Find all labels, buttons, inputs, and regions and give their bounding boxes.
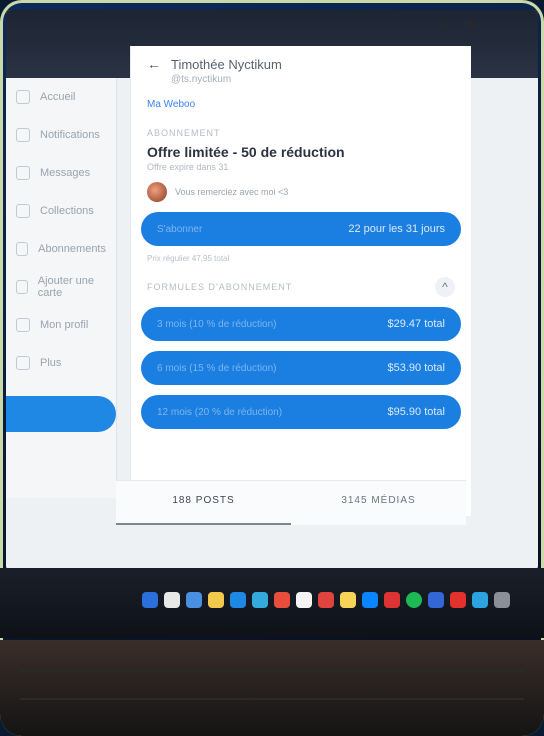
nav-label: Abonnements xyxy=(38,243,106,255)
launchpad-icon[interactable] xyxy=(164,592,180,608)
nav-label: Messages xyxy=(40,167,91,179)
screen: ☆ ✎ ⋮ Accueil Notifications Messages Col… xyxy=(6,10,538,570)
bell-icon xyxy=(16,128,30,142)
users-icon xyxy=(16,242,29,256)
home-icon xyxy=(16,90,30,104)
nav-item-subscriptions[interactable]: Abonnements xyxy=(6,230,116,268)
safari-icon[interactable] xyxy=(186,592,202,608)
tab-posts[interactable]: 188 POSTS xyxy=(116,481,291,525)
bundle-label: 3 mois (10 % de réduction) xyxy=(157,318,277,330)
more-icon[interactable]: ⋮ xyxy=(492,16,510,37)
chevron-up-icon[interactable]: ^ xyxy=(435,277,455,297)
key-row xyxy=(20,670,524,672)
nav-item-profile[interactable]: Mon profil xyxy=(6,306,116,344)
figma-icon[interactable] xyxy=(428,592,444,608)
bookmark-icon xyxy=(16,204,30,218)
bundle-price: $95.90 total xyxy=(387,406,446,418)
nav-label: Notifications xyxy=(40,129,100,141)
nav-item-home[interactable]: Accueil xyxy=(6,78,116,116)
mail-icon[interactable] xyxy=(230,592,246,608)
notes-icon[interactable] xyxy=(340,592,356,608)
profile-tabs: 188 POSTS 3145 MÉDIAS xyxy=(116,480,466,525)
regular-price-note: Prix régulier 47,95 total xyxy=(147,254,230,263)
edit-icon[interactable]: ✎ xyxy=(465,16,480,37)
nav-label: Plus xyxy=(40,357,62,369)
avatar[interactable] xyxy=(147,182,167,202)
nav-new-post-button[interactable] xyxy=(6,396,116,432)
vscode-icon[interactable] xyxy=(362,592,378,608)
key-row xyxy=(20,698,524,700)
more-icon xyxy=(16,356,30,370)
profile-link[interactable]: Ma Weboo xyxy=(131,85,471,110)
finder-icon[interactable] xyxy=(142,592,158,608)
photo-frame: ☆ ✎ ⋮ Accueil Notifications Messages Col… xyxy=(0,0,544,736)
offer-author: Vous remerciez avec moi <3 xyxy=(131,172,471,202)
trash-icon[interactable] xyxy=(494,592,510,608)
subscribe-label: S'abonner xyxy=(157,223,203,235)
maps-icon[interactable] xyxy=(252,592,268,608)
back-arrow-icon[interactable]: ← xyxy=(147,56,161,72)
author-message: Vous remerciez avec moi <3 xyxy=(175,187,289,197)
tab-media[interactable]: 3145 MÉDIAS xyxy=(291,481,466,525)
terminal-icon[interactable] xyxy=(384,592,400,608)
nav-label: Accueil xyxy=(40,91,76,103)
spotify-icon[interactable] xyxy=(406,592,422,608)
subscribe-offer-button[interactable]: S'abonner 22 pour les 31 jours xyxy=(141,212,461,246)
offer-title: Offre limitée - 50 de réduction xyxy=(147,144,345,160)
bundles-header: FORMULES D'ABONNEMENT ^ xyxy=(131,263,471,297)
browser-icons: ☆ ✎ ⋮ xyxy=(437,16,510,37)
nav-label: Mon profil xyxy=(40,319,89,331)
nav-item-collections[interactable]: Collections xyxy=(6,192,116,230)
subscribe-price: 22 pour les 31 jours xyxy=(348,223,445,235)
chrome-icon[interactable] xyxy=(208,592,224,608)
left-nav: Accueil Notifications Messages Collectio… xyxy=(6,78,117,498)
nav-item-more[interactable]: Plus xyxy=(6,344,116,382)
bundle-button-6-months[interactable]: 6 mois (15 % de réduction) $53.90 total xyxy=(141,351,461,385)
nav-item-messages[interactable]: Messages xyxy=(6,154,116,192)
bundle-label: 12 mois (20 % de réduction) xyxy=(157,406,283,418)
photos-icon[interactable] xyxy=(274,592,290,608)
nav-label: Collections xyxy=(40,205,94,217)
profile-content: ← Timothée Nyctikum @ts.nyctikum Ma Webo… xyxy=(130,46,471,516)
bundle-label: 6 mois (15 % de réduction) xyxy=(157,362,277,374)
subscription-section-label: ABONNEMENT xyxy=(147,128,221,138)
music-icon[interactable] xyxy=(318,592,334,608)
nav-item-notifications[interactable]: Notifications xyxy=(6,116,116,154)
bundle-price: $53.90 total xyxy=(387,362,446,374)
profile-handle: @ts.nyctikum xyxy=(171,74,232,85)
gmail-icon[interactable] xyxy=(450,592,466,608)
nav-label: Ajouter une carte xyxy=(37,275,95,299)
profile-name: Timothée Nyctikum xyxy=(171,56,282,72)
calendar-icon[interactable] xyxy=(296,592,312,608)
bundle-button-3-months[interactable]: 3 mois (10 % de réduction) $29.47 total xyxy=(141,307,461,341)
bundle-button-12-months[interactable]: 12 mois (20 % de réduction) $95.90 total xyxy=(141,395,461,429)
bundle-price: $29.47 total xyxy=(387,318,446,330)
user-icon xyxy=(16,318,30,332)
offer-subtitle: Offre expire dans 31 xyxy=(147,162,229,172)
nav-item-add-card[interactable]: Ajouter une carte xyxy=(6,268,116,306)
profile-header: ← Timothée Nyctikum xyxy=(131,46,471,72)
star-icon[interactable]: ☆ xyxy=(437,16,453,37)
keyboard xyxy=(0,640,544,736)
mail-icon xyxy=(16,166,30,180)
card-icon xyxy=(16,280,28,294)
bundles-section-label: FORMULES D'ABONNEMENT xyxy=(147,282,293,292)
macos-dock xyxy=(136,574,512,626)
telegram-icon[interactable] xyxy=(472,592,488,608)
